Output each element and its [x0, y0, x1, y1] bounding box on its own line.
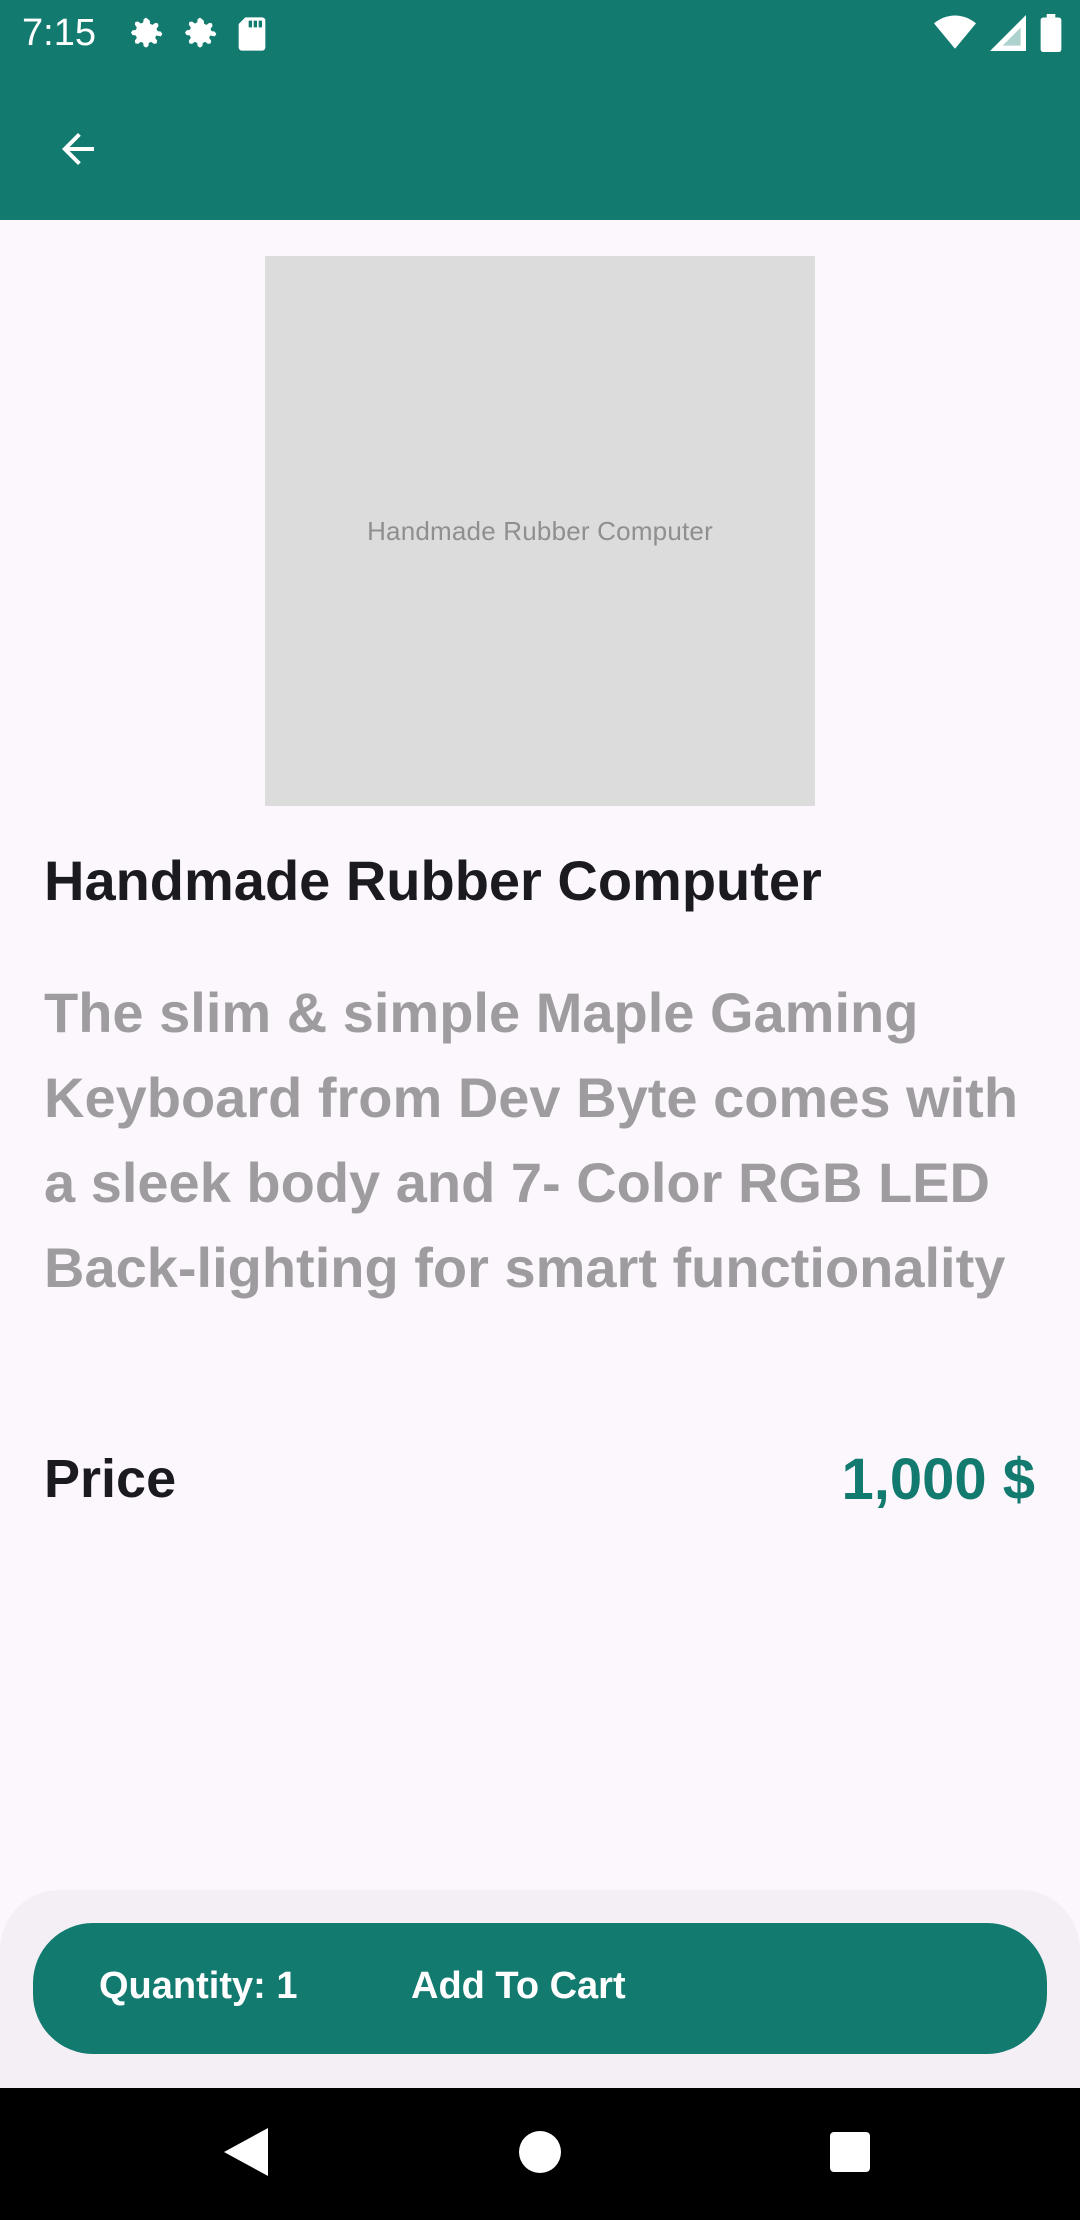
arrow-back-icon	[54, 125, 102, 178]
nav-back-icon	[224, 2127, 268, 2181]
price-label: Price	[44, 1449, 177, 1509]
nav-recents-button[interactable]	[784, 2088, 916, 2220]
status-icons-left	[126, 14, 270, 59]
system-nav-bar	[0, 2088, 1080, 2220]
status-bar: 7:15	[0, 0, 1080, 66]
add-to-cart-button[interactable]: Quantity: 1 Add To Cart	[33, 1923, 1047, 2054]
product-title: Handmade Rubber Computer	[44, 849, 822, 912]
product-image: Handmade Rubber Computer	[265, 256, 815, 806]
product-description: The slim & simple Maple Gaming Keyboard …	[44, 981, 1019, 1299]
battery-icon	[1040, 14, 1062, 57]
gear-icon	[180, 14, 220, 59]
price-value: 1,000 $	[841, 1447, 1035, 1512]
quantity-label[interactable]: Quantity: 1	[99, 1965, 297, 2008]
status-icons-right	[934, 14, 1062, 57]
sd-card-icon	[234, 14, 270, 59]
nav-recents-icon	[830, 2131, 870, 2177]
nav-home-button[interactable]	[474, 2088, 606, 2220]
nav-home-icon	[519, 2130, 561, 2178]
nav-back-button[interactable]	[180, 2088, 312, 2220]
wifi-icon	[934, 15, 976, 56]
product-detail-screen: 7:15 Handmade Rubber Computer Handmade R…	[0, 0, 1080, 2220]
status-time: 7:15	[22, 12, 96, 54]
app-bar	[0, 66, 1080, 220]
gear-icon	[126, 14, 166, 59]
add-to-cart-label: Add To Cart	[411, 1965, 626, 2007]
back-button[interactable]	[40, 113, 116, 189]
product-image-label: Handmade Rubber Computer	[367, 515, 713, 546]
signal-icon	[990, 15, 1026, 56]
